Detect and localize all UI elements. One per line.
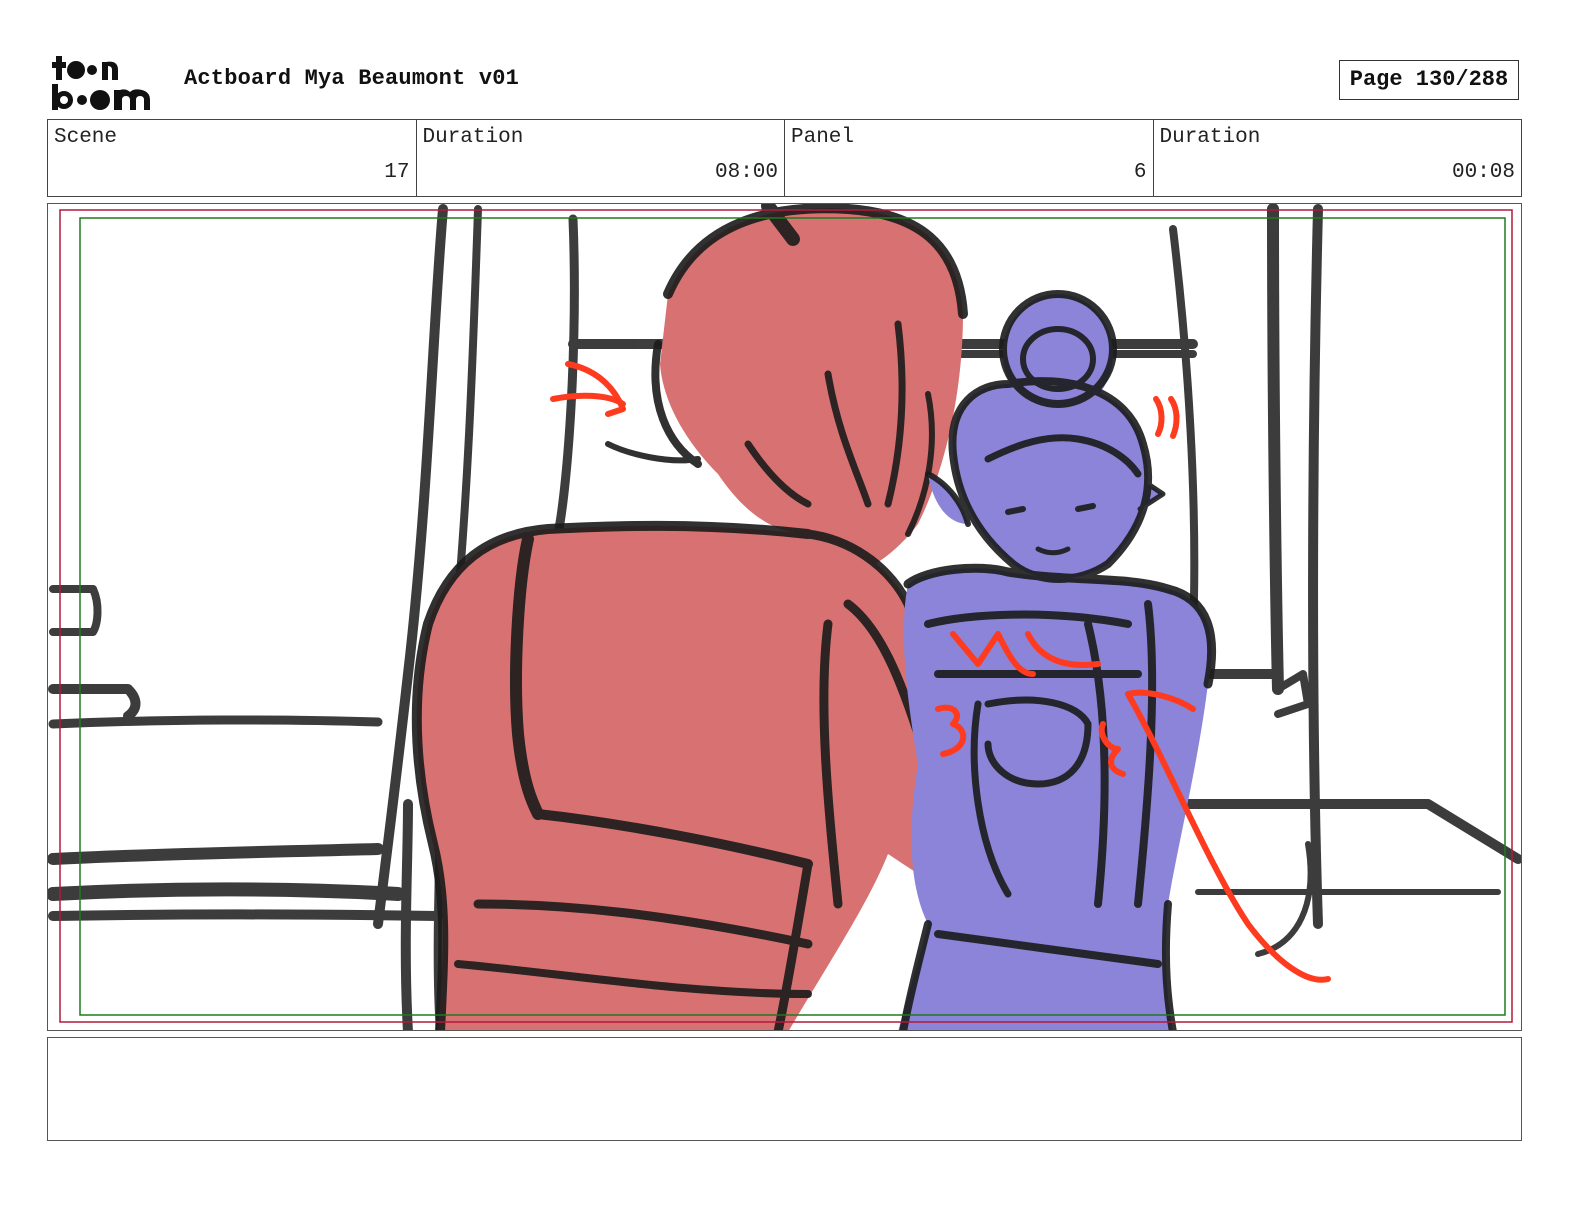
panel-notes <box>47 1037 1522 1141</box>
panel-duration-cell: Duration 00:08 <box>1154 120 1522 196</box>
panel-label: Panel <box>791 126 855 149</box>
storyboard-panel <box>47 203 1522 1031</box>
scene-info-table: Scene 17 Duration 08:00 Panel 6 Duration… <box>47 119 1522 197</box>
scene-duration-label: Duration <box>422 126 524 149</box>
panel-duration-label: Duration <box>1159 126 1261 149</box>
scene-cell: Scene 17 <box>48 120 417 196</box>
page-number: Page 130/288 <box>1339 60 1519 100</box>
storyboard-sketch <box>48 204 1521 1030</box>
panel-value: 6 <box>1133 161 1147 184</box>
scene-duration-cell: Duration 08:00 <box>417 120 785 196</box>
panel-duration-value: 00:08 <box>1451 161 1515 184</box>
scene-value: 17 <box>384 161 410 184</box>
toon-boom-logo <box>52 52 164 112</box>
panel-cell: Panel 6 <box>785 120 1154 196</box>
scene-label: Scene <box>54 126 118 149</box>
document-title: Actboard Mya Beaumont v01 <box>184 66 520 91</box>
scene-duration-value: 08:00 <box>714 161 778 184</box>
